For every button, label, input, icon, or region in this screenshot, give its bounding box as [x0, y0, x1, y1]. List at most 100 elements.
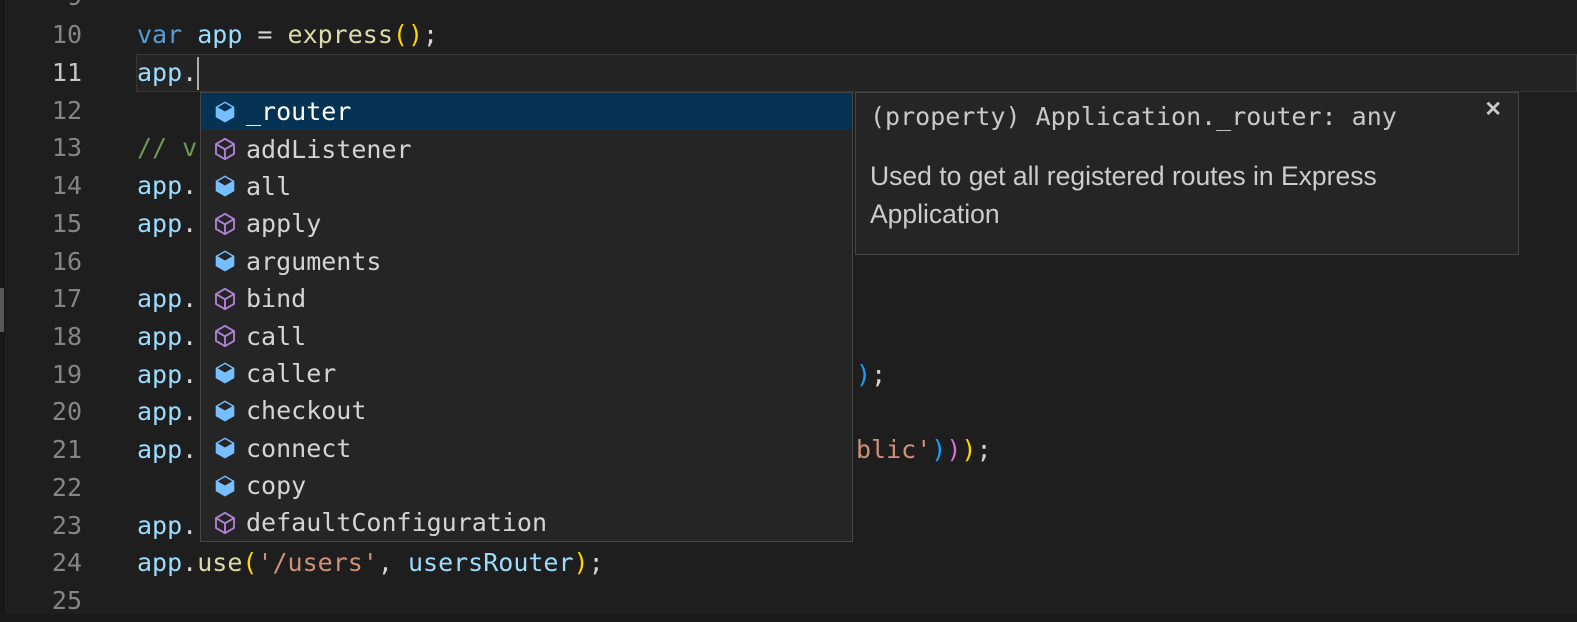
- line-number[interactable]: 17: [0, 280, 82, 318]
- code-text[interactable]: app.use('/users', usersRouter);: [137, 544, 604, 582]
- line-number[interactable]: 18: [0, 318, 82, 356]
- code-token[interactable]: (): [393, 20, 423, 49]
- code-line[interactable]: 24 app.use('/users', usersRouter);: [0, 544, 1577, 582]
- code-token[interactable]: .: [182, 360, 197, 389]
- line-number[interactable]: 19: [0, 356, 82, 394]
- suggestion-item[interactable]: checkout: [201, 392, 852, 429]
- line-number[interactable]: 14: [0, 167, 82, 205]
- line-number[interactable]: 20: [0, 393, 82, 431]
- suggestion-item[interactable]: copy: [201, 467, 852, 504]
- line-number[interactable]: 21: [0, 431, 82, 469]
- suggestion-item[interactable]: all: [201, 168, 852, 205]
- code-text-fragment[interactable]: );: [856, 356, 886, 394]
- line-number[interactable]: 24: [0, 544, 82, 582]
- code-line[interactable]: 25: [0, 582, 1577, 620]
- line-number[interactable]: 9: [0, 0, 82, 16]
- code-token[interactable]: ): [574, 548, 589, 577]
- code-token[interactable]: '/users': [257, 548, 377, 577]
- line-number[interactable]: 25: [0, 582, 82, 620]
- suggestion-item[interactable]: defaultConfiguration: [201, 504, 852, 541]
- line-number[interactable]: 11: [0, 54, 82, 92]
- suggestion-item[interactable]: arguments: [201, 243, 852, 280]
- code-token[interactable]: ;: [423, 20, 438, 49]
- code-token[interactable]: app: [137, 284, 182, 313]
- code-text[interactable]: // v: [137, 129, 197, 167]
- suggestion-item[interactable]: addListener: [201, 130, 852, 167]
- code-token[interactable]: (: [242, 548, 257, 577]
- code-token[interactable]: app: [137, 171, 182, 200]
- code-token[interactable]: ;: [976, 435, 991, 464]
- suggestion-label: copy: [246, 471, 306, 500]
- code-token[interactable]: app: [197, 20, 242, 49]
- left-scrollbar-thumb[interactable]: [0, 288, 4, 332]
- code-token[interactable]: app: [137, 397, 182, 426]
- code-token[interactable]: app: [137, 322, 182, 351]
- code-line[interactable]: 10 var app = express();: [0, 16, 1577, 54]
- code-token[interactable]: .: [182, 548, 197, 577]
- suggestion-label: defaultConfiguration: [246, 508, 547, 537]
- symbol-field-icon: [213, 474, 237, 498]
- code-token[interactable]: usersRouter: [408, 548, 574, 577]
- code-token[interactable]: .: [182, 209, 197, 238]
- code-text[interactable]: app.: [137, 507, 197, 545]
- code-text[interactable]: app.: [137, 167, 197, 205]
- code-token[interactable]: app: [137, 209, 182, 238]
- line-number[interactable]: 10: [0, 16, 82, 54]
- line-number[interactable]: 15: [0, 205, 82, 243]
- text-cursor: [197, 57, 199, 90]
- line-number[interactable]: 12: [0, 92, 82, 130]
- code-line[interactable]: 11 app.: [0, 54, 1577, 92]
- code-text-fragment[interactable]: blic')));: [856, 431, 992, 469]
- code-token[interactable]: .: [182, 171, 197, 200]
- code-text[interactable]: app.: [137, 54, 197, 92]
- suggestion-item[interactable]: connect: [201, 430, 852, 467]
- code-token[interactable]: ;: [589, 548, 604, 577]
- code-token[interactable]: =: [242, 20, 287, 49]
- suggestion-item-selected[interactable]: _router: [201, 93, 852, 130]
- code-text[interactable]: app.: [137, 393, 197, 431]
- code-token[interactable]: ): [946, 435, 961, 464]
- code-token[interactable]: .: [182, 435, 197, 464]
- code-token[interactable]: ;: [871, 360, 886, 389]
- code-token[interactable]: ): [961, 435, 976, 464]
- code-token[interactable]: var: [137, 20, 197, 49]
- code-token[interactable]: ): [856, 360, 871, 389]
- line-number[interactable]: 23: [0, 507, 82, 545]
- code-token[interactable]: .: [182, 397, 197, 426]
- suggestion-item[interactable]: apply: [201, 205, 852, 242]
- suggestion-item[interactable]: caller: [201, 355, 852, 392]
- suggestion-item[interactable]: call: [201, 317, 852, 354]
- line-number[interactable]: 16: [0, 243, 82, 281]
- code-token[interactable]: app: [137, 360, 182, 389]
- code-token[interactable]: .: [182, 58, 197, 87]
- code-text[interactable]: app.: [137, 205, 197, 243]
- code-token[interactable]: use: [197, 548, 242, 577]
- line-number[interactable]: 22: [0, 469, 82, 507]
- code-text[interactable]: app.: [137, 280, 197, 318]
- code-token[interactable]: .: [182, 284, 197, 313]
- symbol-method-icon: [213, 212, 237, 236]
- code-token[interactable]: ,: [378, 548, 408, 577]
- code-token[interactable]: ): [931, 435, 946, 464]
- close-icon[interactable]: ✕: [1484, 99, 1502, 120]
- code-token[interactable]: app: [137, 511, 182, 540]
- code-token[interactable]: app: [137, 435, 182, 464]
- code-line[interactable]: 9: [0, 0, 1577, 16]
- code-text[interactable]: var app = express();: [137, 16, 438, 54]
- code-text[interactable]: app.: [137, 318, 197, 356]
- suggestion-item[interactable]: bind: [201, 280, 852, 317]
- symbol-field-icon: [213, 436, 237, 460]
- code-token[interactable]: // v: [137, 133, 197, 162]
- code-token[interactable]: .: [182, 511, 197, 540]
- code-token[interactable]: express: [288, 20, 393, 49]
- code-token[interactable]: .: [182, 322, 197, 351]
- code-token[interactable]: app: [137, 548, 182, 577]
- suggestion-label: call: [246, 322, 306, 351]
- code-token[interactable]: app: [137, 58, 182, 87]
- code-text[interactable]: app.: [137, 356, 197, 394]
- code-text[interactable]: app.: [137, 431, 197, 469]
- suggestion-label: all: [246, 172, 291, 201]
- line-number[interactable]: 13: [0, 129, 82, 167]
- symbol-field-icon: [213, 100, 237, 124]
- code-token[interactable]: blic': [856, 435, 931, 464]
